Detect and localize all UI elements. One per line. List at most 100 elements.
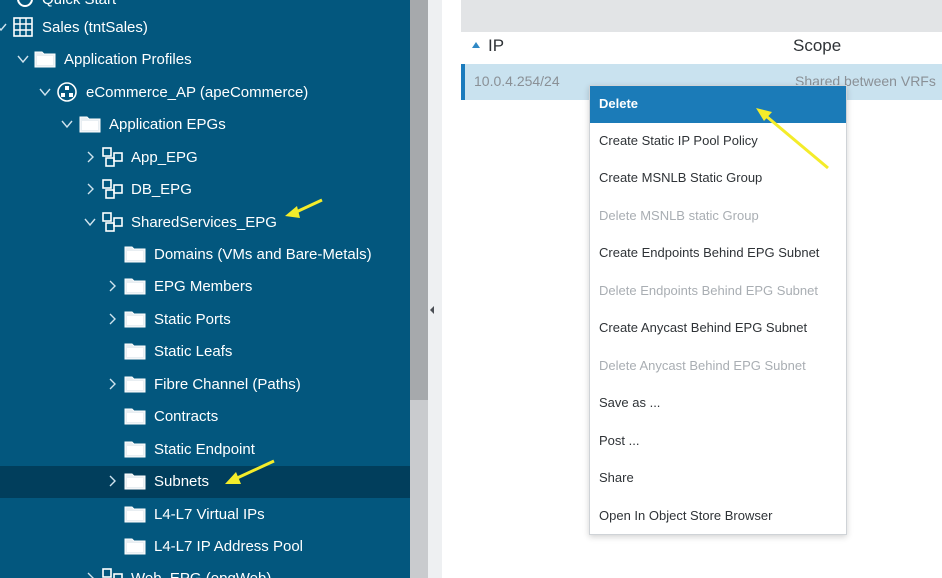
folder-icon [79, 116, 101, 133]
tree-item-domains[interactable]: Domains (VMs and Bare-Metals) [0, 239, 410, 271]
menu-item-label: Delete Endpoints Behind EPG Subnet [599, 283, 818, 298]
column-header-scope[interactable]: Scope [793, 36, 841, 56]
tenant-grid-icon [13, 17, 33, 37]
chevron-right-icon[interactable] [83, 182, 97, 196]
pane-divider[interactable] [428, 0, 442, 578]
tree-item-label: Web_EPG (epgWeb) [131, 570, 271, 578]
folder-icon [124, 538, 146, 555]
menu-item-label: Delete MSNLB static Group [599, 208, 759, 223]
app-profile-icon [57, 82, 77, 102]
chevron-down-icon[interactable] [83, 215, 97, 229]
chevron-right-icon[interactable] [105, 312, 119, 326]
tree-item-label: EPG Members [154, 278, 253, 295]
tree-item-label: Contracts [154, 408, 219, 425]
tree-item-label: L4-L7 IP Address Pool [154, 538, 303, 555]
tree-item-app-epg[interactable]: App_EPG [0, 142, 410, 174]
chevron-down-icon[interactable] [60, 117, 74, 131]
tree-item-l4-l7-ip-address-pool[interactable]: L4-L7 IP Address Pool [0, 531, 410, 563]
folder-icon [124, 376, 146, 393]
menu-item-delete-endpoints-behind-epg-subnet: Delete Endpoints Behind EPG Subnet [590, 273, 846, 310]
menu-item-delete-anycast-behind-epg-subnet: Delete Anycast Behind EPG Subnet [590, 348, 846, 385]
tree-item-tenant[interactable]: Sales (tntSales) [0, 12, 410, 44]
tree-item-sharedservices-epg[interactable]: SharedServices_EPG [0, 207, 410, 239]
menu-item-save-as[interactable]: Save as ... [590, 385, 846, 422]
chevron-right-icon[interactable] [105, 474, 119, 488]
chevron-right-icon[interactable] [83, 571, 97, 578]
menu-item-create-anycast-behind-epg-subnet[interactable]: Create Anycast Behind EPG Subnet [590, 310, 846, 347]
folder-icon [124, 408, 146, 425]
menu-item-post[interactable]: Post ... [590, 423, 846, 460]
epg-icon [102, 179, 123, 199]
tree-item-label: SharedServices_EPG [131, 214, 277, 231]
menu-item-delete-msnlb-static-group: Delete MSNLB static Group [590, 198, 846, 235]
epg-icon [102, 147, 123, 167]
folder-icon [124, 441, 146, 458]
folder-icon [34, 51, 56, 68]
tree-item-application-profiles[interactable]: Application Profiles [0, 44, 410, 76]
sort-ascending-icon[interactable] [472, 42, 480, 48]
tree-item-l4-l7-virtual-ips[interactable]: L4-L7 Virtual IPs [0, 499, 410, 531]
menu-item-share[interactable]: Share [590, 460, 846, 497]
tree-item-label: DB_EPG [131, 181, 192, 198]
menu-item-label: Save as ... [599, 395, 661, 410]
chevron-right-icon[interactable] [105, 279, 119, 293]
tree-item-label: App_EPG [131, 149, 198, 166]
tree-item-contracts[interactable]: Contracts [0, 401, 410, 433]
chevron-down-icon[interactable] [38, 85, 52, 99]
menu-item-label: Delete Anycast Behind EPG Subnet [599, 358, 806, 373]
epg-icon [102, 568, 123, 578]
tree-item-label: Domains (VMs and Bare-Metals) [154, 246, 372, 263]
folder-icon [124, 311, 146, 328]
tree-item-label: eCommerce_AP (apeCommerce) [86, 84, 309, 101]
tree-item-label: Subnets [154, 473, 210, 490]
menu-item-create-static-ip-pool-policy[interactable]: Create Static IP Pool Policy [590, 123, 846, 160]
tree-item-label: Sales (tntSales) [42, 19, 148, 36]
folder-icon [124, 343, 146, 360]
folder-icon [124, 278, 146, 295]
menu-item-open-in-object-store-browser[interactable]: Open In Object Store Browser [590, 498, 846, 535]
tree-item-epg-members[interactable]: EPG Members [0, 271, 410, 303]
tree-item-web-epg[interactable]: Web_EPG (epgWeb) [0, 563, 410, 578]
tree-item-static-leafs[interactable]: Static Leafs [0, 336, 410, 368]
tree-item-label: Static Ports [154, 311, 231, 328]
tree-item-ecommerce-ap[interactable]: eCommerce_AP (apeCommerce) [0, 77, 410, 109]
navigation-tree: Quick Start Sales (tntSales) Application… [0, 0, 410, 578]
tree-item-label: Static Leafs [154, 343, 233, 360]
tree-item-static-endpoint[interactable]: Static Endpoint [0, 434, 410, 466]
tree-item-application-epgs[interactable]: Application EPGs [0, 109, 410, 141]
tree-item-subnets[interactable]: Subnets [0, 466, 410, 498]
cell-ip: 10.0.4.254/24 [474, 73, 560, 89]
menu-item-create-msnlb-static-group[interactable]: Create MSNLB Static Group [590, 160, 846, 197]
menu-item-delete[interactable]: Delete [590, 86, 846, 123]
tree-item-label: Application Profiles [64, 51, 192, 68]
tree-item-label: Static Endpoint [154, 441, 255, 458]
tree-item-label: L4-L7 Virtual IPs [154, 506, 265, 523]
menu-item-create-endpoints-behind-epg-subnet[interactable]: Create Endpoints Behind EPG Subnet [590, 235, 846, 272]
tree-item-label: Application EPGs [109, 116, 226, 133]
chevron-down-icon[interactable] [16, 52, 30, 66]
epg-icon [102, 212, 123, 232]
folder-icon [124, 246, 146, 263]
menu-item-label: Create Static IP Pool Policy [599, 133, 758, 148]
tree-scrollbar-thumb[interactable] [410, 0, 428, 400]
table-toolbar [461, 0, 942, 32]
menu-item-label: Open In Object Store Browser [599, 508, 773, 523]
menu-item-label: Post ... [599, 433, 640, 448]
folder-icon [124, 506, 146, 523]
tree-item-db-epg[interactable]: DB_EPG [0, 174, 410, 206]
chevron-down-icon[interactable] [0, 20, 8, 34]
collapse-pane-icon[interactable] [430, 306, 434, 314]
tree-item-fibre-channel[interactable]: Fibre Channel (Paths) [0, 369, 410, 401]
quick-start-icon [17, 0, 33, 7]
column-header-ip[interactable]: IP [488, 36, 504, 56]
menu-item-label: Create MSNLB Static Group [599, 170, 763, 185]
chevron-right-icon[interactable] [83, 150, 97, 164]
tree-item-label: Quick Start [42, 0, 116, 8]
tree-item-label: Fibre Channel (Paths) [154, 376, 301, 393]
chevron-right-icon[interactable] [105, 377, 119, 391]
menu-item-label: Delete [599, 96, 639, 111]
menu-item-label: Share [599, 470, 634, 485]
tree-item-static-ports[interactable]: Static Ports [0, 304, 410, 336]
menu-item-label: Create Endpoints Behind EPG Subnet [599, 245, 820, 260]
menu-item-label: Create Anycast Behind EPG Subnet [599, 320, 808, 335]
